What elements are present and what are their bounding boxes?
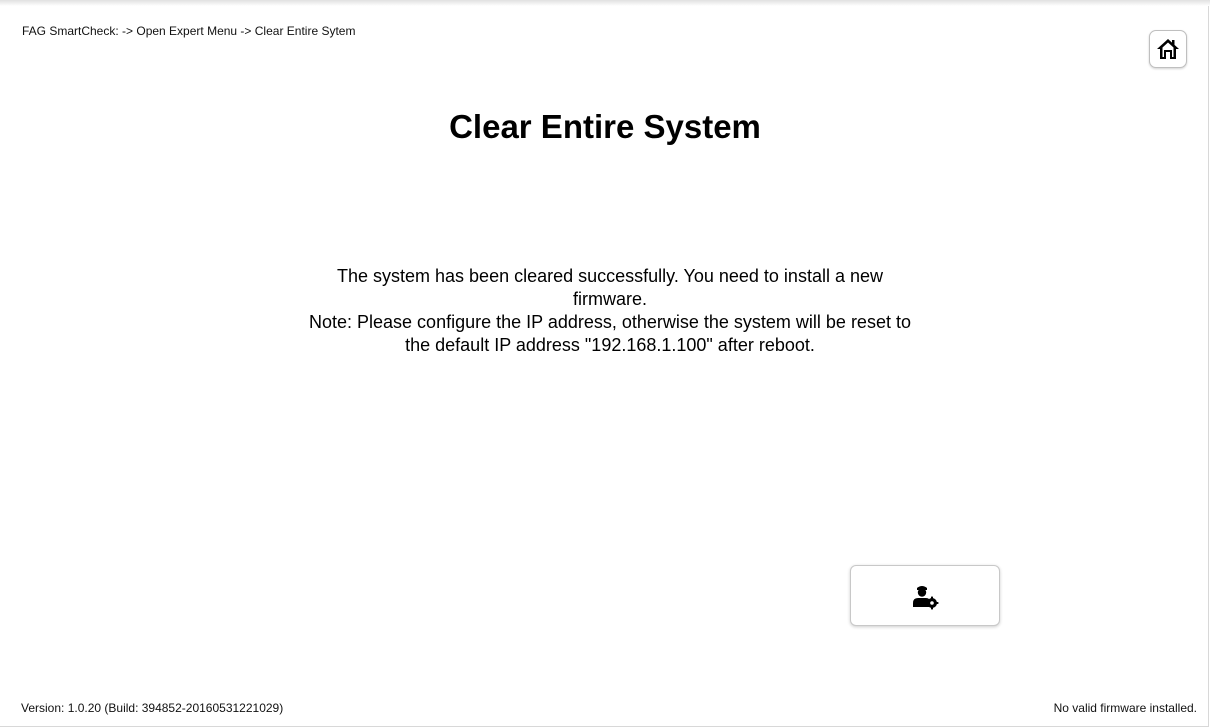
firmware-status: No valid firmware installed. (1053, 701, 1197, 715)
page-title: Clear Entire System (449, 108, 761, 145)
breadcrumb: FAG SmartCheck: -> Open Expert Menu -> C… (22, 24, 356, 38)
top-shadow (0, 0, 1210, 6)
user-settings-icon (913, 585, 939, 609)
status-message: The system has been cleared successfully… (300, 265, 920, 357)
home-button[interactable] (1149, 30, 1187, 68)
note-message: Note: Please configure the IP address, o… (309, 312, 911, 355)
success-message: The system has been cleared successfully… (337, 266, 883, 309)
version-info: Version: 1.0.20 (Build: 394852-201605312… (21, 701, 284, 715)
expert-menu-button[interactable] (850, 565, 1000, 626)
home-icon (1157, 39, 1179, 59)
